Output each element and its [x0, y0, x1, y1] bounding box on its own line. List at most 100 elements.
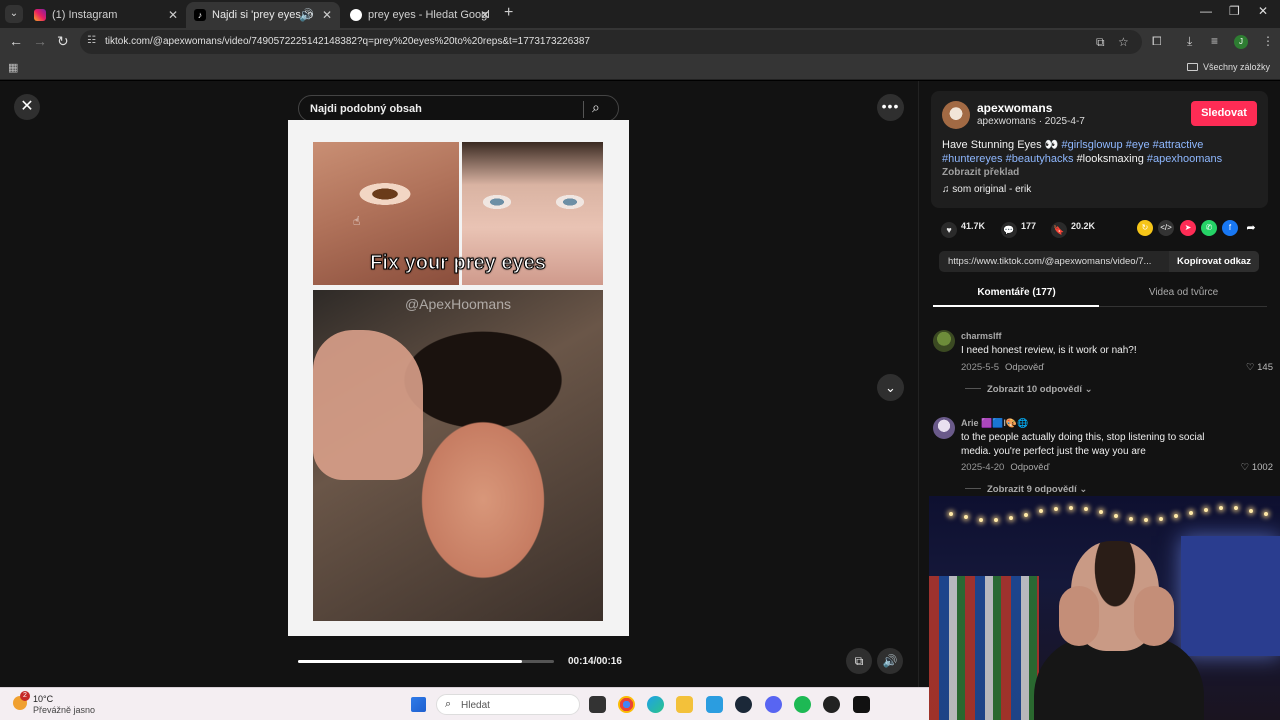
author-name[interactable]: apexwomans: [977, 101, 1052, 115]
weather-condition[interactable]: Převážně jasno: [33, 705, 95, 715]
repost-icon[interactable]: ↻: [1137, 220, 1153, 236]
bookmark-star-icon[interactable]: ☆: [1118, 35, 1129, 49]
windows-start-icon[interactable]: [411, 697, 426, 712]
like-button[interactable]: ♥ 41.7K: [941, 221, 985, 238]
reply-link[interactable]: Odpověď: [1010, 462, 1049, 473]
downloads-icon[interactable]: ⤓: [1187, 34, 1192, 49]
whatsapp-icon[interactable]: ✆: [1201, 220, 1217, 236]
close-tab-icon[interactable]: ✕: [322, 8, 332, 22]
video-progress-bar[interactable]: [298, 660, 554, 663]
hashtag-link[interactable]: #apexhoomans: [1147, 153, 1222, 165]
heart-outline-icon: ♡: [1245, 362, 1258, 373]
extensions-icon[interactable]: ⧠: [1152, 34, 1162, 49]
comment-like-button[interactable]: ♡ 1002: [1241, 462, 1273, 473]
spotify-icon[interactable]: [794, 696, 811, 713]
close-icon[interactable]: ✕: [14, 94, 40, 120]
hashtag-link[interactable]: #attractive: [1153, 139, 1204, 151]
view-replies-button[interactable]: Zobrazit 10 odpovědí ⌄: [965, 384, 1093, 395]
hashtag-link[interactable]: #huntereyes: [942, 153, 1003, 165]
minimize-icon[interactable]: —: [1200, 4, 1212, 18]
capcut-icon[interactable]: [853, 696, 870, 713]
all-bookmarks-label: Všechny záložky: [1202, 62, 1270, 72]
similar-content-search[interactable]: Najdi podobný obsah ⌕: [298, 95, 619, 122]
file-explorer-icon[interactable]: [676, 696, 693, 713]
music-note-icon: ♫: [942, 184, 953, 195]
reply-link[interactable]: Odpověď: [1005, 362, 1044, 373]
view-replies-button[interactable]: Zobrazit 9 odpovědí ⌄: [965, 484, 1087, 495]
edge-icon[interactable]: [647, 696, 664, 713]
obs-icon[interactable]: [823, 696, 840, 713]
comment-button[interactable]: 💬 177: [1001, 221, 1036, 238]
steam-icon[interactable]: [735, 696, 752, 713]
send-icon[interactable]: ➤: [1180, 220, 1196, 236]
share-link-text[interactable]: https://www.tiktok.com/@apexwomans/video…: [948, 256, 1151, 267]
light-bulb: [994, 518, 998, 522]
weather-temperature[interactable]: 10°C: [33, 694, 53, 704]
divider: [583, 101, 584, 118]
reload-icon[interactable]: ↻: [57, 33, 69, 50]
tab-creator-videos[interactable]: Videa od tvůrce: [1100, 287, 1267, 298]
picture-in-picture-icon[interactable]: ⧉: [846, 648, 872, 674]
light-bulb: [1189, 511, 1193, 515]
media-control-icon[interactable]: ≡: [1211, 34, 1218, 48]
install-app-icon[interactable]: ⧉: [1096, 35, 1105, 50]
profile-avatar[interactable]: J: [1234, 35, 1248, 49]
restore-icon[interactable]: ❐: [1229, 4, 1240, 18]
video[interactable]: Fix your prey eyes @ApexHoomans: [288, 120, 629, 636]
new-tab-icon[interactable]: +: [504, 4, 513, 22]
hashtag-link[interactable]: #beautyhacks: [1006, 153, 1074, 165]
speaker-icon[interactable]: 🔊: [299, 8, 314, 22]
apps-grid-icon[interactable]: ▦: [8, 61, 18, 74]
save-count: 20.2K: [1071, 221, 1096, 231]
url-text[interactable]: tiktok.com/@apexwomans/video/74905722251…: [105, 36, 590, 47]
close-tab-icon[interactable]: ✕: [480, 8, 490, 22]
share-icon[interactable]: ➦: [1243, 220, 1259, 236]
close-window-icon[interactable]: ✕: [1258, 4, 1268, 18]
hashtag-link[interactable]: #girlsglowup: [1062, 139, 1123, 151]
hashtag-link[interactable]: #eye: [1126, 139, 1150, 151]
notepad-icon[interactable]: [706, 696, 723, 713]
tab-tiktok[interactable]: ♪ Najdi si 'prey eyes to reps' ... 🔊 ✕: [186, 2, 340, 28]
commenter-avatar[interactable]: [933, 417, 955, 439]
video-description: Have Stunning Eyes 👀 #girlsglowup #eye #…: [942, 138, 1260, 166]
comment-count: 177: [1021, 221, 1037, 231]
similar-content-label: Najdi podobný obsah: [310, 103, 422, 115]
forward-icon[interactable]: →: [33, 33, 47, 49]
face-image: [313, 290, 603, 621]
chevron-down-icon[interactable]: ⌄: [877, 374, 904, 401]
active-tab-indicator: [933, 305, 1099, 307]
author-avatar[interactable]: [942, 101, 970, 129]
menu-icon[interactable]: ⋮: [1262, 34, 1274, 48]
comment-item: Arie 🟪🟦I🎨🌐 to the people actually doing …: [933, 417, 1273, 507]
facebook-icon[interactable]: f: [1222, 220, 1238, 236]
save-button[interactable]: 🔖 20.2K: [1051, 221, 1095, 238]
screen: ⌄ (1) Instagram ✕ ♪ Najdi si 'prey eyes …: [0, 0, 1280, 720]
tab-comments[interactable]: Komentáře (177): [933, 287, 1100, 298]
copy-link-button[interactable]: Kopírovat odkaz: [1169, 251, 1259, 272]
task-view-icon[interactable]: [589, 696, 606, 713]
tab-google[interactable]: prey eyes - Hledat Googlem ✕: [342, 2, 498, 28]
mouse-cursor-icon: ☝: [353, 214, 361, 228]
comment-icon: 💬: [1001, 222, 1017, 238]
site-info-icon[interactable]: ☷: [87, 35, 96, 46]
commenter-avatar[interactable]: [933, 330, 955, 352]
commenter-name[interactable]: Arie 🟪🟦I🎨🌐: [961, 418, 1028, 429]
comment-like-button[interactable]: ♡ 145: [1246, 362, 1273, 373]
discord-icon[interactable]: [765, 696, 782, 713]
search-icon[interactable]: ⌕: [592, 99, 600, 116]
taskbar-search[interactable]: ⌕ Hledat: [436, 694, 580, 715]
chrome-icon[interactable]: [618, 696, 635, 713]
follow-button[interactable]: Sledovat: [1191, 101, 1257, 126]
music-link[interactable]: ♫ som original - erik: [942, 184, 1031, 195]
tab-instagram[interactable]: (1) Instagram ✕: [26, 2, 186, 28]
embed-icon[interactable]: </>: [1158, 220, 1174, 236]
close-tab-icon[interactable]: ✕: [168, 8, 178, 22]
show-translation-link[interactable]: Zobrazit překlad: [942, 167, 1019, 178]
more-options-icon[interactable]: •••: [877, 94, 904, 121]
tab-search-icon[interactable]: ⌄: [5, 5, 23, 23]
commenter-name[interactable]: charmslff: [961, 331, 1002, 341]
volume-icon[interactable]: 🔊: [877, 648, 903, 674]
address-bar[interactable]: ☷ tiktok.com/@apexwomans/video/749057222…: [80, 30, 1142, 54]
all-bookmarks-button[interactable]: Všechny záložky: [1186, 62, 1270, 72]
back-icon[interactable]: ←: [9, 33, 23, 49]
